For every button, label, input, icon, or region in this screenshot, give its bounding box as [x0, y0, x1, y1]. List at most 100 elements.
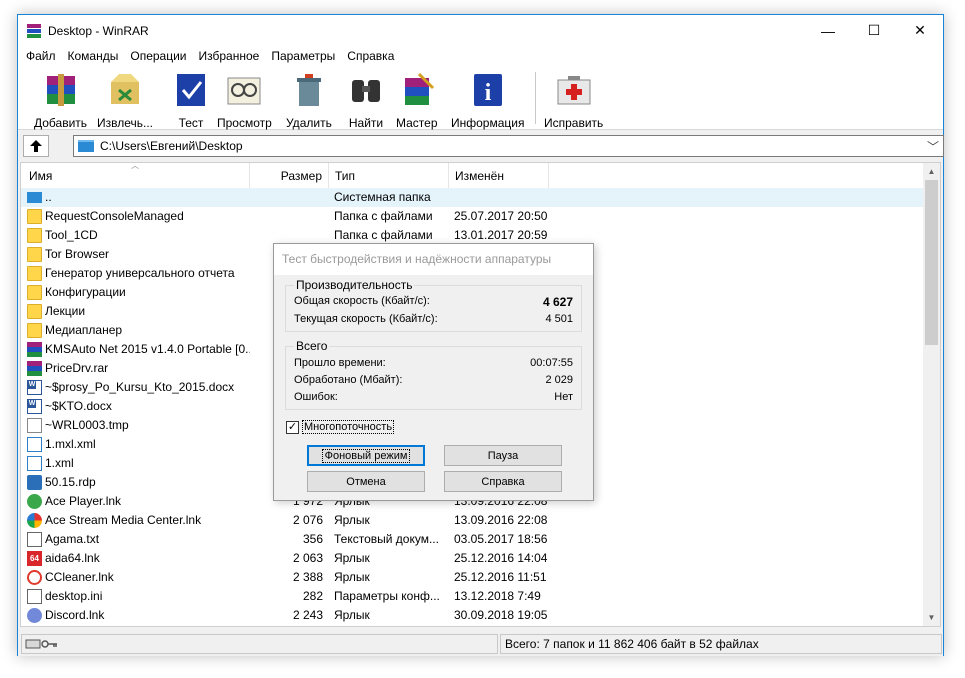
test-button[interactable]: Тест	[171, 70, 211, 130]
menu-commands[interactable]: Команды	[62, 49, 125, 63]
file-modified: 30.09.2018 19:05	[454, 608, 548, 622]
repair-button[interactable]: Исправить	[544, 70, 603, 130]
file-size: 2 388	[292, 570, 323, 584]
total-speed-row: Общая скорость (Кбайт/с): 4 627	[294, 295, 573, 309]
menu-options[interactable]: Параметры	[265, 49, 341, 63]
folder-file-icon	[27, 247, 42, 262]
cancel-button[interactable]: Отмена	[307, 471, 425, 492]
multithread-checkbox[interactable]: ✓	[286, 420, 299, 434]
file-name: ~WRL0003.tmp	[45, 418, 129, 432]
up-file-icon	[27, 192, 42, 203]
processed-row: Обработано (Мбайт): 2 029	[294, 374, 573, 386]
elapsed-row: Прошло времени: 00:07:55	[294, 357, 573, 369]
toolbar-separator	[535, 72, 536, 124]
extract-button[interactable]: Извлечь...	[97, 70, 153, 130]
file-type: Системная папка	[334, 190, 431, 204]
file-modified: 25.12.2016 11:51	[454, 570, 547, 584]
file-row[interactable]: Ace Stream Media Center.lnk 2 076 Ярлык 13.…	[21, 511, 926, 530]
file-row[interactable]: CCleaner.lnk 2 388 Ярлык 25.12.2016 11:51	[21, 568, 926, 587]
file-row[interactable]: .. Системная папка	[21, 188, 926, 207]
view-button[interactable]: Просмотр	[217, 70, 272, 130]
file-row[interactable]: 64 aida64.lnk 2 063 Ярлык 25.12.2016 14:04	[21, 549, 926, 568]
file-type: Текстовый докум...	[334, 532, 439, 546]
file-type: Папка с файлами	[334, 209, 433, 223]
folder-file-icon	[27, 323, 42, 338]
toolbar: Добавить Извлечь... Тест Просмотр Удалит…	[18, 66, 943, 130]
wizard-button[interactable]: Мастер	[396, 70, 438, 130]
total-group-label: Всего	[294, 339, 330, 353]
scroll-down-icon[interactable]: ▼	[923, 609, 940, 626]
title-bar[interactable]: Desktop - WinRAR — ☐ ✕	[18, 15, 943, 46]
file-modified: 25.07.2017 20:50	[454, 209, 548, 223]
rdp-file-icon	[27, 475, 42, 490]
file-name: 1.mxl.xml	[45, 437, 96, 451]
info-button[interactable]: i Информация	[451, 70, 524, 130]
column-size-header[interactable]: Размер	[250, 163, 329, 188]
benchmark-dialog: Тест быстродействия и надёжности аппарат…	[273, 243, 594, 501]
dialog-title[interactable]: Тест быстродействия и надёжности аппарат…	[274, 244, 593, 275]
address-field[interactable]: C:\Users\Евгений\Desktop ﹀	[73, 135, 944, 157]
window-title: Desktop - WinRAR	[48, 23, 149, 38]
file-name: Tool_1CD	[45, 228, 98, 242]
total-speed-value: 4 627	[542, 295, 573, 309]
file-row[interactable]: Agama.txt 356 Текстовый докум... 03.05.2017…	[21, 530, 926, 549]
help-button[interactable]: Справка	[444, 471, 562, 492]
file-name: Discord.lnk	[45, 608, 105, 622]
total-group: Всего Прошло времени: 00:07:55 Обработан…	[285, 339, 582, 410]
performance-group-label: Производительность	[294, 278, 415, 292]
menu-favorites[interactable]: Избранное	[193, 49, 266, 63]
file-name: ~$prosy_Po_Kursu_Kto_2015.docx	[45, 380, 235, 394]
file-name: CCleaner.lnk	[45, 570, 114, 584]
file-name: Ace Stream Media Center.lnk	[45, 513, 202, 527]
errors-row: Ошибок: Нет	[294, 391, 573, 403]
pause-button[interactable]: Пауза	[444, 445, 562, 466]
menu-help[interactable]: Справка	[341, 49, 400, 63]
xml-file-icon	[27, 456, 42, 471]
processed-value: 2 029	[545, 374, 573, 386]
rar-file-icon	[27, 361, 42, 376]
address-path: C:\Users\Евгений\Desktop	[100, 139, 243, 153]
file-type: Папка с файлами	[334, 228, 433, 242]
background-mode-button[interactable]: Фоновый режим	[307, 445, 425, 466]
repair-icon	[554, 70, 594, 110]
file-modified: 03.05.2017 18:56	[454, 532, 548, 546]
file-row[interactable]: RequestConsoleManaged Папка с файлами 25.0…	[21, 207, 926, 226]
column-modified-header[interactable]: Изменён	[449, 163, 549, 188]
chevron-down-icon[interactable]: ﹀	[927, 138, 939, 155]
file-row[interactable]: Discord.lnk 2 243 Ярлык 30.09.2018 19:05	[21, 606, 926, 625]
file-name: Медиапланер	[45, 323, 123, 337]
menu-file[interactable]: Файл	[20, 49, 62, 63]
status-bar: Всего: 7 папок и 11 862 406 байт в 52 фа…	[18, 632, 943, 656]
delete-button[interactable]: Удалить	[286, 70, 332, 130]
file-name: KMSAuto Net 2015 v1.4.0 Portable [0...	[45, 342, 250, 356]
up-folder-button[interactable]	[23, 135, 49, 157]
up-arrow-icon	[30, 140, 42, 152]
file-type: Ярлык	[334, 551, 370, 565]
menu-operations[interactable]: Операции	[124, 49, 192, 63]
vertical-scrollbar[interactable]: ▲ ▼	[923, 163, 940, 626]
multithread-checkbox-row[interactable]: ✓ Многопоточность	[286, 420, 395, 434]
ace-file-icon	[27, 494, 42, 509]
maximize-button[interactable]: ☐	[851, 15, 897, 46]
minimize-button[interactable]: —	[805, 15, 851, 46]
scroll-up-icon[interactable]: ▲	[923, 163, 940, 180]
find-icon	[346, 70, 386, 110]
column-type-header[interactable]: Тип	[329, 163, 449, 188]
scroll-thumb[interactable]	[925, 180, 938, 345]
current-speed-value: 4 501	[545, 313, 573, 325]
wizard-icon	[397, 70, 437, 110]
find-button[interactable]: Найти	[346, 70, 386, 130]
add-button[interactable]: Добавить	[34, 70, 87, 130]
file-name: ~$KTO.docx	[45, 399, 112, 413]
column-name-header[interactable]: ︿ Имя	[21, 163, 250, 188]
performance-group: Производительность Общая скорость (Кбайт…	[285, 278, 582, 332]
file-type: Параметры конф...	[334, 589, 440, 603]
file-name: PriceDrv.rar	[45, 361, 109, 375]
folder-file-icon	[27, 285, 42, 300]
menu-bar: Файл Команды Операции Избранное Параметр…	[18, 46, 943, 66]
close-button[interactable]: ✕	[897, 15, 943, 46]
test-icon	[171, 70, 211, 110]
file-row[interactable]: desktop.ini 282 Параметры конф... 13.12.201…	[21, 587, 926, 606]
file-type: Ярлык	[334, 513, 370, 527]
txt-file-icon	[27, 532, 42, 547]
